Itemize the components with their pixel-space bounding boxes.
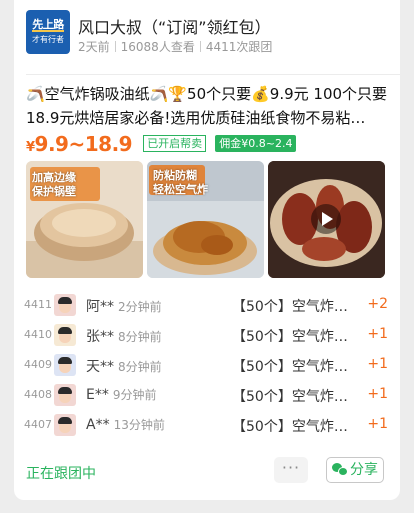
order-number: 4411	[24, 298, 52, 311]
order-list: 4411 阿** 2分钟前 【50个】空气炸锅吸油纸 +2 4410 张** 8分钟…	[24, 291, 392, 441]
price-range: 9.9~18.9	[34, 132, 133, 156]
buyer-info: A** 13分钟前	[86, 416, 165, 433]
order-time: 9分钟前	[112, 388, 157, 402]
buyer-name: 天**	[86, 359, 114, 375]
image1-caption-2: 保护锅壁	[32, 185, 76, 198]
order-qty: +1	[367, 386, 388, 402]
order-number: 4409	[24, 358, 52, 371]
order-item: 【50个】空气炸锅吸油纸	[232, 329, 360, 345]
help-sell-tag: 已开启帮卖	[143, 135, 207, 152]
product-title[interactable]: 🪃空气炸锅吸油纸🪃🏆50个只要💰9.9元 100个只要18.9元烘焙居家必备!选…	[26, 82, 392, 130]
post-meta: 2天前 16088人查看 4411次跟团	[78, 38, 272, 55]
logo-bar	[32, 30, 64, 32]
buyer-info: 阿** 2分钟前	[86, 296, 162, 316]
order-qty: +1	[367, 326, 388, 342]
buyer-name: E**	[86, 387, 109, 403]
more-button[interactable]: ···	[274, 457, 308, 483]
share-button[interactable]: 分享	[326, 457, 384, 483]
order-row[interactable]: 4409 天** 8分钟前 【50个】空气炸锅吸油纸 +1	[24, 351, 392, 381]
order-number: 4407	[24, 418, 52, 431]
buyer-name: A**	[86, 417, 110, 433]
play-icon[interactable]	[311, 204, 341, 234]
commission-tag: 佣金¥0.8~2.4	[215, 135, 297, 152]
product-image-2[interactable]: 防粘防糊 轻松空气炸	[147, 161, 264, 278]
buyer-info: 张** 8分钟前	[86, 326, 162, 346]
order-time: 8分钟前	[118, 360, 162, 374]
order-item: 【50个】空气炸锅吸油纸	[232, 359, 360, 375]
shop-logo: 先上路 才有行者	[26, 10, 70, 54]
order-item: 【50个】空气炸锅吸油纸	[232, 299, 360, 315]
order-item: 【50个】空气炸锅吸油纸	[232, 419, 360, 435]
order-time: 2分钟前	[118, 300, 162, 314]
buyer-info: E** 9分钟前	[86, 386, 157, 403]
order-row[interactable]: 4408 E**9分钟前 【50个】空气炸锅吸油纸 +1	[24, 381, 392, 411]
shop-name[interactable]: 风口大叔（“订阅”领红包）	[78, 14, 271, 38]
shop-header[interactable]: 先上路 才有行者 风口大叔（“订阅”领红包） 2天前 16088人查看 4411次跟…	[26, 10, 390, 62]
avatar	[54, 414, 76, 436]
avatar	[54, 354, 76, 376]
image2-caption-2: 轻松空气炸	[153, 183, 208, 196]
order-row[interactable]: 4411 阿** 2分钟前 【50个】空气炸锅吸油纸 +2	[24, 291, 392, 321]
wechat-icon	[332, 463, 348, 476]
share-label: 分享	[350, 462, 378, 478]
following-status: 正在跟团中	[26, 466, 96, 482]
logo-subtext: 才有行者	[32, 35, 64, 44]
product-image-1[interactable]: 加高边缘 保护锅壁	[26, 161, 143, 278]
group-buy-card[interactable]: 先上路 才有行者 风口大叔（“订阅”领红包） 2天前 16088人查看 4411次跟…	[14, 0, 400, 500]
meta-divider	[114, 41, 116, 52]
header-divider	[26, 74, 400, 75]
order-row[interactable]: 4407 A**13分钟前 【50个】空气炸锅吸油纸 +1	[24, 411, 392, 441]
view-count: 16088人查看	[120, 40, 195, 54]
order-number: 4410	[24, 328, 52, 341]
order-time: 8分钟前	[118, 330, 162, 344]
order-number: 4408	[24, 388, 52, 401]
avatar	[54, 294, 76, 316]
avatar	[54, 384, 76, 406]
order-qty: +1	[367, 416, 388, 432]
avatar	[54, 324, 76, 346]
price: ¥9.9~18.9	[26, 132, 133, 156]
buyer-name: 张**	[86, 329, 114, 345]
meta-divider	[199, 41, 201, 52]
buyer-info: 天** 8分钟前	[86, 356, 162, 376]
price-currency: ¥	[26, 140, 35, 155]
order-row[interactable]: 4410 张** 8分钟前 【50个】空气炸锅吸油纸 +1	[24, 321, 392, 351]
order-qty: +1	[367, 356, 388, 372]
posted-time: 2天前	[78, 40, 110, 54]
order-item: 【50个】空气炸锅吸油纸	[232, 389, 360, 405]
buyer-name: 阿**	[86, 299, 114, 315]
order-qty: +2	[367, 296, 388, 312]
order-time: 13分钟前	[113, 418, 165, 432]
product-video-3[interactable]	[268, 161, 385, 278]
follow-count: 4411次跟团	[205, 40, 273, 54]
price-row: ¥9.9~18.9 已开启帮卖 佣金¥0.8~2.4	[26, 132, 392, 158]
